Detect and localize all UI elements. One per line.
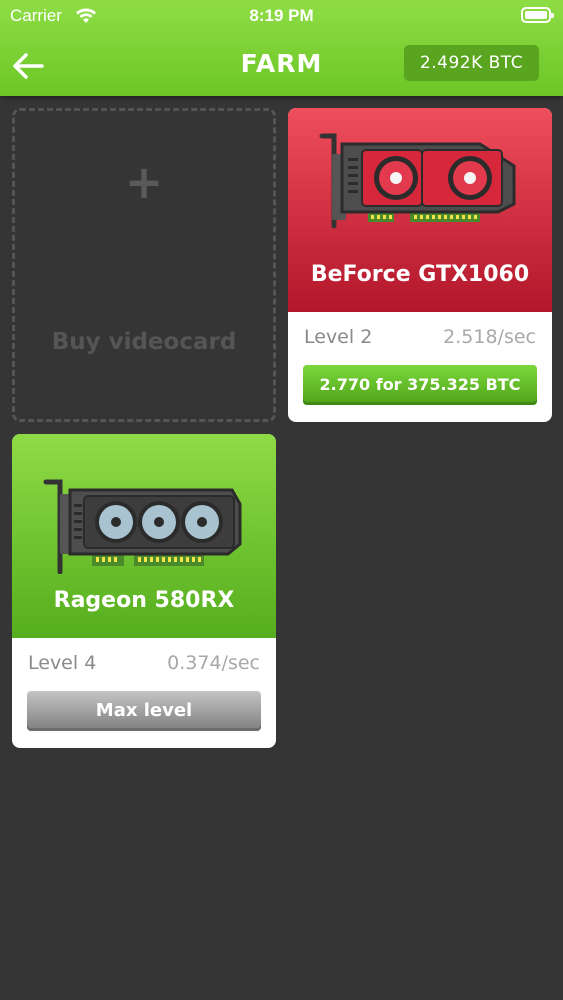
videocard-header: BeForce GTX1060 (288, 108, 552, 312)
balance-badge: 2.492K BTC (404, 45, 539, 81)
videocard-header: Rageon 580RX (12, 434, 276, 638)
videocard-card: BeForce GTX1060 Level 2 2.518/sec 2.770 … (288, 108, 552, 422)
videocard-card: Rageon 580RX Level 4 0.374/sec Max level (12, 434, 276, 748)
upgrade-button[interactable]: 2.770 for 375.325 BTC (303, 365, 537, 405)
videocard-name: BeForce GTX1060 (310, 262, 530, 287)
plus-icon: + (124, 155, 164, 209)
buy-videocard-slot[interactable]: + Buy videocard (12, 108, 276, 422)
app-header: Carrier 8:19 PM FARM 2.492K BTC (0, 0, 563, 96)
videocard-rate: 0.374/sec (167, 652, 260, 674)
buy-videocard-label: Buy videocard (51, 329, 237, 355)
videocard-rate: 2.518/sec (443, 326, 536, 348)
videocard-level: Level 4 (28, 652, 97, 674)
videocard-level: Level 2 (304, 326, 373, 348)
videocard-icon (319, 133, 516, 229)
status-time: 8:19 PM (249, 6, 314, 25)
status-bar: Carrier 8:19 PM (0, 0, 563, 32)
videocard-icon (43, 479, 242, 574)
videocard-name: Rageon 580RX (53, 588, 235, 613)
battery-icon (521, 7, 554, 23)
max-level-button[interactable]: Max level (27, 691, 261, 731)
